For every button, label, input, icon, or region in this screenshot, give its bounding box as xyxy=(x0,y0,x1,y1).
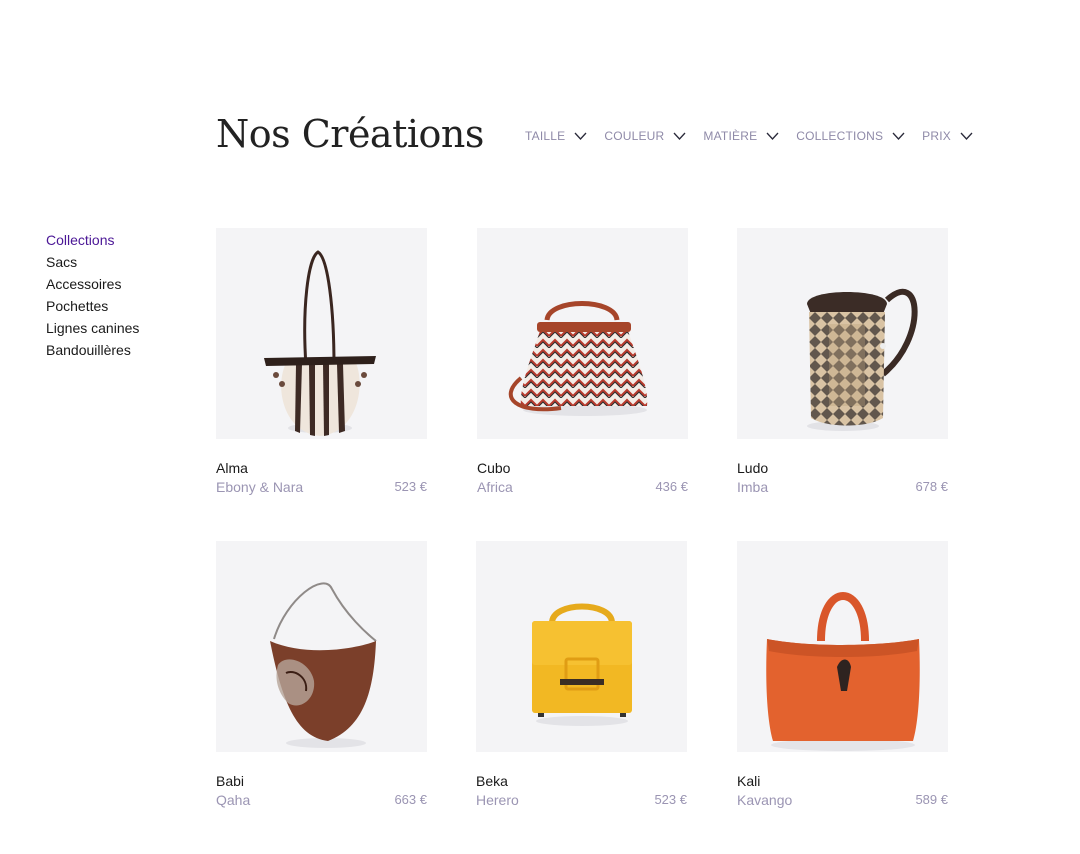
filter-bar: TAILLE COULEUR MATIÈRE COLLECTIONS PRIX xyxy=(525,126,973,146)
product-image-yellow-box-bag[interactable] xyxy=(476,541,687,752)
product-name[interactable]: Kali xyxy=(737,772,948,790)
product-collection: Ebony & Nara xyxy=(216,479,304,495)
product-image-woven-backpack[interactable] xyxy=(737,228,948,439)
product-card: Kali Kavango 589 € xyxy=(737,541,948,810)
product-price: 678 € xyxy=(915,479,948,494)
page-title: Nos Créations xyxy=(216,112,484,156)
product-card: Beka Herero 523 € xyxy=(476,541,687,810)
product-image-brown-hobo-bag[interactable] xyxy=(216,541,427,752)
product-price: 663 € xyxy=(394,792,427,807)
product-name[interactable]: Cubo xyxy=(477,459,688,477)
sidebar-item-lignes-canines[interactable]: Lignes canines xyxy=(46,317,139,339)
sidebar-item-accessoires[interactable]: Accessoires xyxy=(46,273,139,295)
product-image-striped-bucket-bag[interactable] xyxy=(216,228,427,439)
filter-label: COULEUR xyxy=(604,129,665,143)
product-name[interactable]: Alma xyxy=(216,459,427,477)
product-name[interactable]: Beka xyxy=(476,772,687,790)
filter-label: COLLECTIONS xyxy=(796,129,884,143)
filter-collections[interactable]: COLLECTIONS xyxy=(796,129,905,143)
filter-couleur[interactable]: COULEUR xyxy=(604,129,686,143)
product-collection: Kavango xyxy=(737,792,793,808)
product-collection: Africa xyxy=(477,479,513,495)
product-price: 523 € xyxy=(654,792,687,807)
category-nav: Collections Sacs Accessoires Pochettes L… xyxy=(46,229,139,361)
product-price: 589 € xyxy=(915,792,948,807)
filter-prix[interactable]: PRIX xyxy=(922,129,973,143)
filter-label: TAILLE xyxy=(525,129,566,143)
product-price: 523 € xyxy=(394,479,427,494)
product-collection: Herero xyxy=(476,792,519,808)
filter-label: PRIX xyxy=(922,129,951,143)
product-name[interactable]: Ludo xyxy=(737,459,948,477)
chevron-down-icon xyxy=(766,132,779,140)
product-image-orange-tote-bag[interactable] xyxy=(737,541,948,752)
sidebar-item-collections[interactable]: Collections xyxy=(46,229,139,251)
product-collection: Imba xyxy=(737,479,769,495)
product-price: 436 € xyxy=(655,479,688,494)
product-card: Alma Ebony & Nara 523 € xyxy=(216,228,427,497)
chevron-down-icon xyxy=(892,132,905,140)
product-name[interactable]: Babi xyxy=(216,772,427,790)
product-collection: Qaha xyxy=(216,792,251,808)
sidebar-item-pochettes[interactable]: Pochettes xyxy=(46,295,139,317)
chevron-down-icon xyxy=(574,132,587,140)
sidebar-item-bandoulieres[interactable]: Bandouillères xyxy=(46,339,139,361)
chevron-down-icon xyxy=(673,132,686,140)
chevron-down-icon xyxy=(960,132,973,140)
product-card: Ludo Imba 678 € xyxy=(737,228,948,497)
product-card: Cubo Africa 436 € xyxy=(477,228,688,497)
product-image-patterned-handbag[interactable] xyxy=(477,228,688,439)
filter-label: MATIÈRE xyxy=(703,129,758,143)
sidebar-item-sacs[interactable]: Sacs xyxy=(46,251,139,273)
filter-matiere[interactable]: MATIÈRE xyxy=(703,129,779,143)
filter-taille[interactable]: TAILLE xyxy=(525,129,587,143)
product-card: Babi Qaha 663 € xyxy=(216,541,427,810)
